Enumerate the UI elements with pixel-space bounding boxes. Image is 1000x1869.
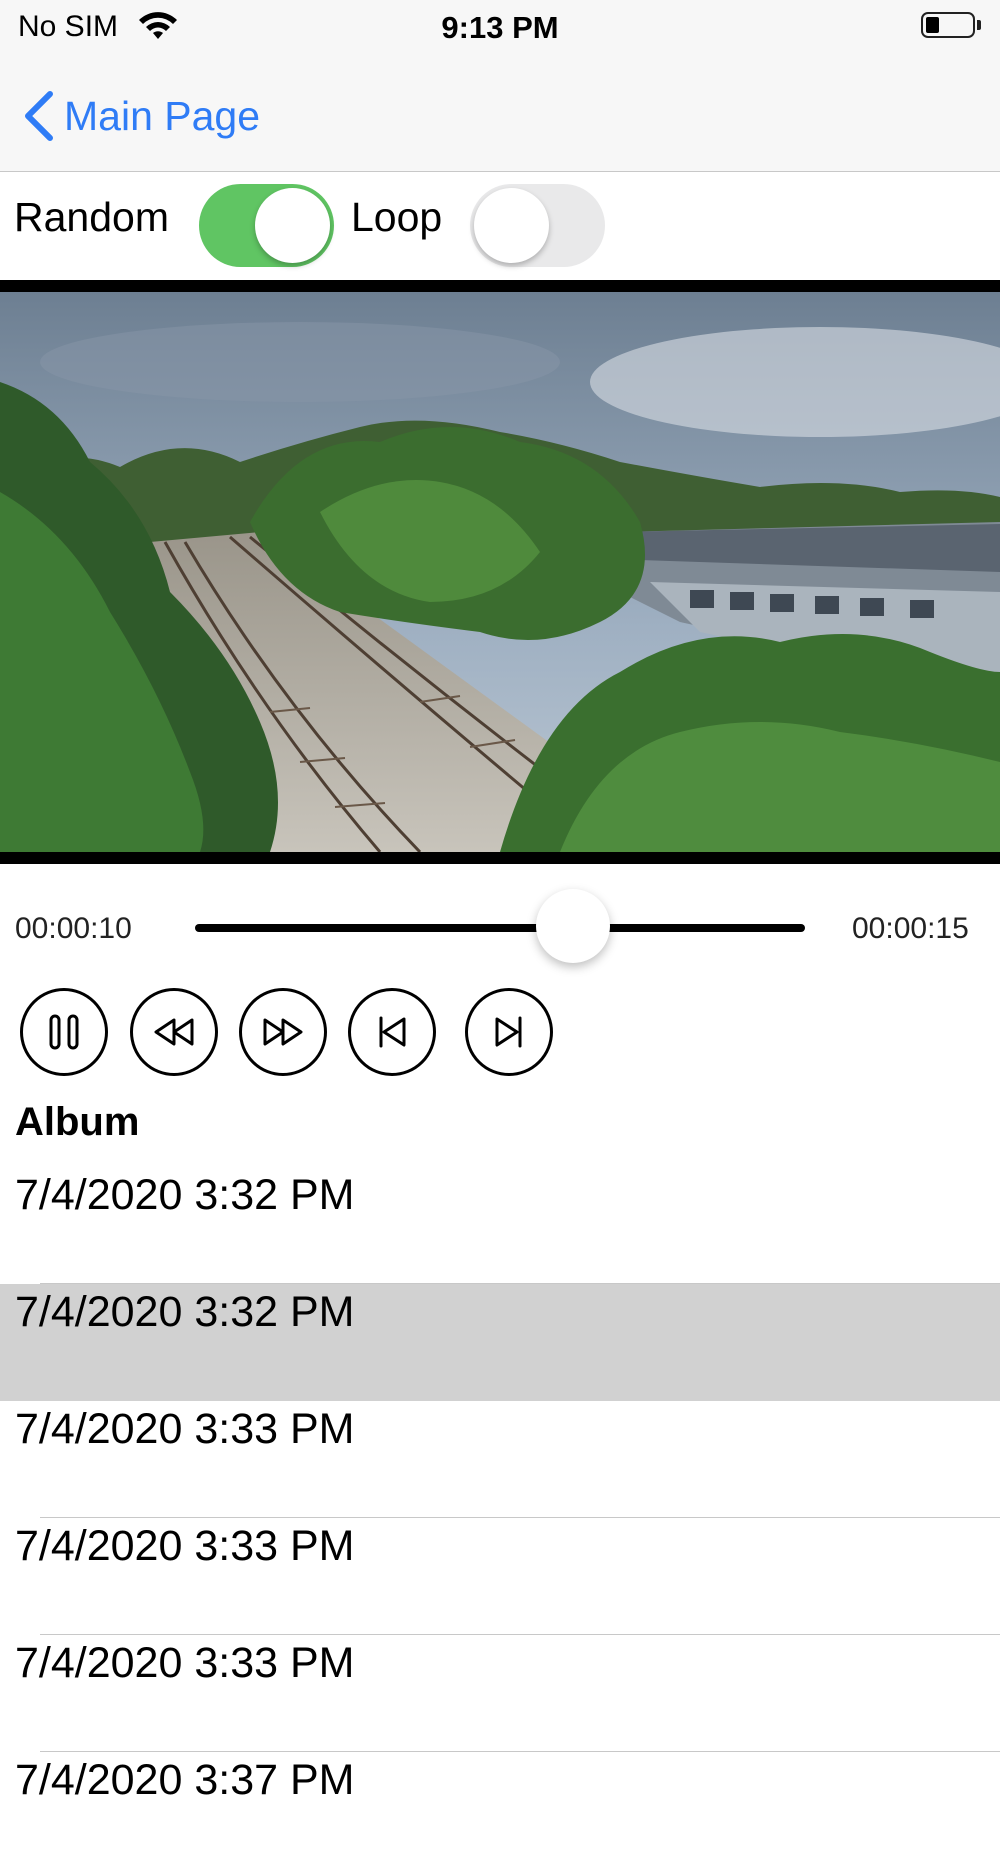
- loop-toggle[interactable]: [470, 184, 605, 267]
- list-item[interactable]: 7/4/2020 3:33 PM: [0, 1518, 1000, 1635]
- list-item-label: 7/4/2020 3:37 PM: [15, 1756, 355, 1804]
- random-toggle-knob: [255, 188, 330, 263]
- list-item-label: 7/4/2020 3:32 PM: [15, 1288, 355, 1336]
- navigation-bar: Main Page: [0, 56, 1000, 172]
- video-player[interactable]: [0, 280, 1000, 864]
- random-label: Random: [14, 194, 169, 240]
- video-frame-image: [0, 292, 1000, 852]
- loop-toggle-knob: [474, 188, 549, 263]
- rewind-button[interactable]: [130, 988, 218, 1076]
- battery-tip: [977, 20, 981, 30]
- status-bar: No SIM 9:13 PM: [0, 0, 1000, 56]
- list-item-label: 7/4/2020 3:33 PM: [15, 1405, 355, 1453]
- loop-label: Loop: [351, 194, 443, 240]
- list-item[interactable]: 7/4/2020 3:33 PM: [0, 1401, 1000, 1518]
- current-time: 00:00:10: [15, 912, 132, 945]
- total-time: 00:00:15: [852, 912, 969, 945]
- status-time: 9:13 PM: [441, 10, 559, 45]
- pause-button[interactable]: [20, 988, 108, 1076]
- album-title: Album: [15, 1100, 140, 1144]
- skip-forward-icon: [495, 1016, 522, 1048]
- random-toggle[interactable]: [199, 184, 334, 267]
- list-item-label: 7/4/2020 3:33 PM: [15, 1639, 355, 1687]
- progress-slider-thumb[interactable]: [536, 889, 611, 963]
- list-item[interactable]: 7/4/2020 3:33 PM: [0, 1635, 1000, 1752]
- list-item-label: 7/4/2020 3:33 PM: [15, 1522, 355, 1570]
- progress-slider[interactable]: [195, 924, 805, 932]
- list-item-label: 7/4/2020 3:32 PM: [15, 1171, 355, 1219]
- album-list: 7/4/2020 3:32 PM 7/4/2020 3:32 PM 7/4/20…: [0, 1167, 1000, 1869]
- back-button[interactable]: Main Page: [20, 86, 260, 146]
- list-item-selected[interactable]: 7/4/2020 3:32 PM: [0, 1284, 1000, 1401]
- fast-forward-icon: [263, 1018, 303, 1046]
- back-button-label: Main Page: [64, 92, 261, 139]
- battery-level: [926, 17, 939, 33]
- battery-icon: [921, 12, 975, 38]
- pause-icon: [49, 1014, 79, 1050]
- skip-back-icon: [379, 1016, 406, 1048]
- rewind-icon: [154, 1018, 194, 1046]
- fast-forward-button[interactable]: [239, 988, 327, 1076]
- list-item[interactable]: 7/4/2020 3:32 PM: [0, 1167, 1000, 1284]
- previous-track-button[interactable]: [348, 988, 436, 1076]
- chevron-left-icon: [25, 91, 53, 141]
- list-item[interactable]: 7/4/2020 3:37 PM: [0, 1752, 1000, 1869]
- next-track-button[interactable]: [465, 988, 553, 1076]
